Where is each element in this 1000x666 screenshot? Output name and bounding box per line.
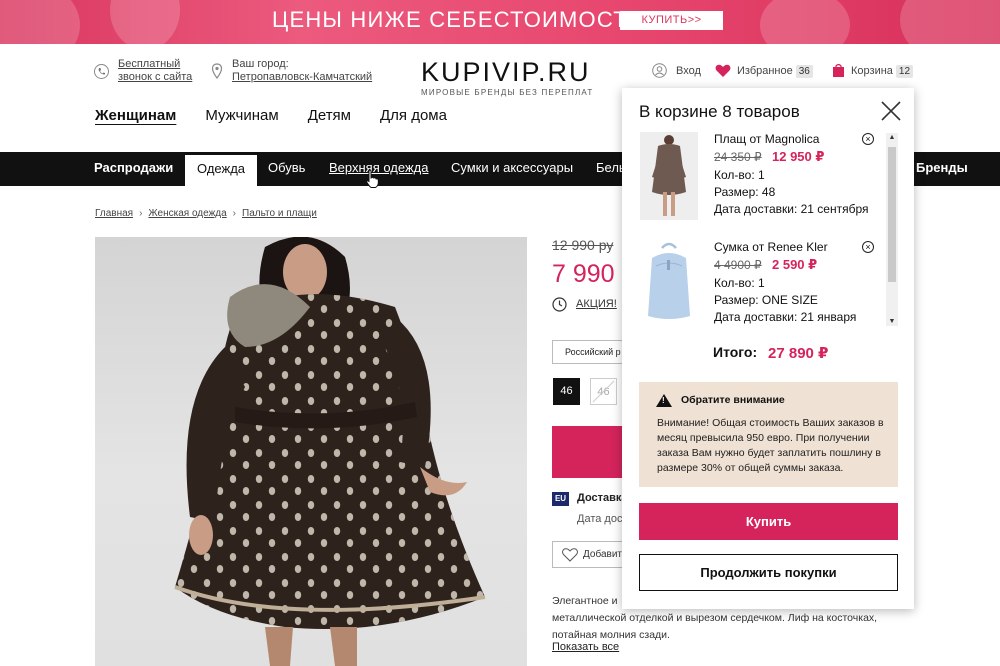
- callback-link[interactable]: Бесплатный звонок с сайта: [118, 58, 192, 84]
- city-value: Петропавловск-Камчатский: [232, 71, 373, 83]
- remove-item-icon[interactable]: ×: [862, 133, 874, 145]
- promo-banner[interactable]: ЦЕНЫ НИЖЕ СЕБЕСТОИМОСТИ КУПИТЬ>>: [0, 0, 1000, 44]
- cart-item-qty: Кол-во: 1: [714, 276, 765, 290]
- breadcrumb: Главная › Женская одежда › Пальто и плащи: [95, 208, 317, 219]
- close-icon[interactable]: [880, 100, 902, 122]
- size-system-select[interactable]: Российский р: [552, 340, 632, 364]
- callback-line-1: Бесплатный: [118, 58, 181, 70]
- favorites-label: Избранное: [737, 65, 793, 77]
- notice-body: Внимание! Общая стоимость Ваших заказов …: [657, 417, 884, 474]
- banner-decoration: [0, 0, 80, 44]
- cart-scrollbar[interactable]: ▲ ▼: [886, 133, 898, 326]
- cart-item-name[interactable]: Плащ от Magnolica: [714, 132, 819, 146]
- cart-item-old-price: 24 350 ₽: [714, 150, 762, 164]
- delivery-label: Доставка: [577, 492, 628, 504]
- size-option-selected[interactable]: 46: [553, 378, 580, 405]
- total-label: Итого:: [713, 344, 758, 360]
- cart-item-old-price: 4 4900 ₽: [714, 258, 762, 272]
- cart-item-image[interactable]: [640, 132, 698, 220]
- remove-item-icon[interactable]: ×: [862, 241, 874, 253]
- cart-item-new-price: 2 590 ₽: [772, 257, 818, 272]
- backpack-thumbnail-illustration: [648, 242, 690, 319]
- category-home[interactable]: Для дома: [380, 107, 447, 124]
- category-women[interactable]: Женщинам: [95, 107, 176, 124]
- favorites-count: 36: [795, 65, 813, 78]
- show-all-link[interactable]: Показать все: [552, 641, 619, 653]
- cart-link[interactable]: Корзина 12: [851, 65, 914, 78]
- notice-title: Обратите внимание: [681, 394, 785, 406]
- cart-item-delivery: Дата доставки: 21 января: [714, 310, 857, 324]
- category-kids[interactable]: Детям: [308, 107, 351, 124]
- cart-item-image[interactable]: [640, 238, 698, 326]
- heart-outline-icon: [562, 548, 578, 562]
- promo-buy-button[interactable]: КУПИТЬ>>: [620, 11, 723, 30]
- continue-shopping-button[interactable]: Продолжить покупки: [639, 554, 898, 591]
- category-men[interactable]: Мужчинам: [205, 107, 278, 124]
- cart-item-size: Размер: 48: [714, 185, 776, 199]
- cart-popup: В корзине 8 товаров Плащ от Magnolica 24…: [622, 88, 914, 609]
- product-photo[interactable]: [95, 237, 527, 666]
- city-label: Ваш город:: [232, 58, 289, 70]
- callback-line-2: звонок с сайта: [118, 71, 193, 83]
- logo-tagline: МИРОВЫЕ БРЕНДЫ БЕЗ ПЕРЕПЛАТ: [421, 88, 594, 97]
- coat-model-illustration: [174, 237, 486, 666]
- hand-cursor-icon: [364, 169, 380, 194]
- product-old-price: 12 990 ру: [552, 237, 614, 253]
- breadcrumb-separator-icon: ›: [232, 208, 237, 219]
- breadcrumb-women-clothing[interactable]: Женская одежда: [148, 208, 226, 219]
- promo-title: ЦЕНЫ НИЖЕ СЕБЕСТОИМОСТИ: [272, 7, 645, 32]
- city-selector[interactable]: Ваш город: Петропавловск-Камчатский: [232, 58, 372, 84]
- phone-icon: [94, 64, 109, 79]
- scroll-down-arrow-icon[interactable]: ▼: [886, 318, 898, 325]
- eu-flag-icon: EU: [552, 492, 569, 506]
- unavailable-strike-icon: [592, 380, 615, 403]
- favorites-button-label: Добавит: [583, 549, 622, 560]
- clock-icon: [552, 297, 567, 317]
- site-logo[interactable]: KUPIVIP.RU: [421, 57, 591, 88]
- favorites-link[interactable]: Избранное 36: [737, 65, 813, 78]
- cart-bag-icon[interactable]: [832, 63, 845, 83]
- login-link[interactable]: Вход: [676, 65, 701, 77]
- cart-popup-title: В корзине 8 товаров: [639, 102, 800, 121]
- nav-clothing[interactable]: Одежда: [185, 155, 258, 186]
- cart-label: Корзина: [851, 65, 893, 77]
- nav-brands[interactable]: Бренды: [916, 152, 968, 186]
- checkout-button[interactable]: Купить: [639, 503, 898, 540]
- cart-item-new-price: 12 950 ₽: [772, 149, 825, 164]
- cart-item-size: Размер: ONE SIZE: [714, 293, 818, 307]
- nav-sales[interactable]: Распродажи: [94, 152, 173, 186]
- description-line: металлической отделкой и вырезом сердечк…: [552, 612, 878, 624]
- banner-decoration: [110, 0, 180, 44]
- gender-categories: Женщинам Мужчинам Детям Для дома: [95, 107, 476, 124]
- size-option-unavailable[interactable]: 46: [590, 378, 617, 405]
- cart-item-name[interactable]: Сумка от Renee Kler: [714, 240, 828, 254]
- cart-items-list[interactable]: Плащ от Magnolica 24 350 ₽ 12 950 ₽ Кол-…: [622, 130, 914, 328]
- banner-decoration: [900, 0, 1000, 44]
- breadcrumb-coats[interactable]: Пальто и плащи: [242, 208, 317, 219]
- scroll-up-arrow-icon[interactable]: ▲: [886, 134, 898, 141]
- cart-item-qty: Кол-во: 1: [714, 168, 765, 182]
- duty-notice: Обратите внимание Внимание! Общая стоимо…: [639, 382, 898, 487]
- product-new-price: 7 990: [552, 260, 615, 288]
- promo-action-link[interactable]: АКЦИЯ!: [576, 298, 617, 310]
- heart-icon[interactable]: [715, 64, 731, 83]
- scrollbar-thumb[interactable]: [888, 147, 896, 282]
- cart-count: 12: [895, 65, 914, 78]
- location-pin-icon: [211, 63, 223, 84]
- cart-item-delivery: Дата доставки: 21 сентября: [714, 202, 869, 216]
- breadcrumb-home[interactable]: Главная: [95, 208, 133, 219]
- user-icon[interactable]: [652, 63, 667, 83]
- coat-thumbnail-illustration: [640, 132, 698, 220]
- nav-shoes[interactable]: Обувь: [268, 152, 305, 186]
- add-to-favorites-button[interactable]: Добавит: [552, 541, 632, 568]
- add-to-cart-button[interactable]: [552, 426, 632, 478]
- banner-decoration: [760, 0, 850, 44]
- nav-bags-accessories[interactable]: Сумки и аксессуары: [451, 152, 573, 186]
- breadcrumb-separator-icon: ›: [139, 208, 143, 219]
- total-value: 27 890 ₽: [768, 345, 829, 362]
- warning-icon: [656, 394, 672, 407]
